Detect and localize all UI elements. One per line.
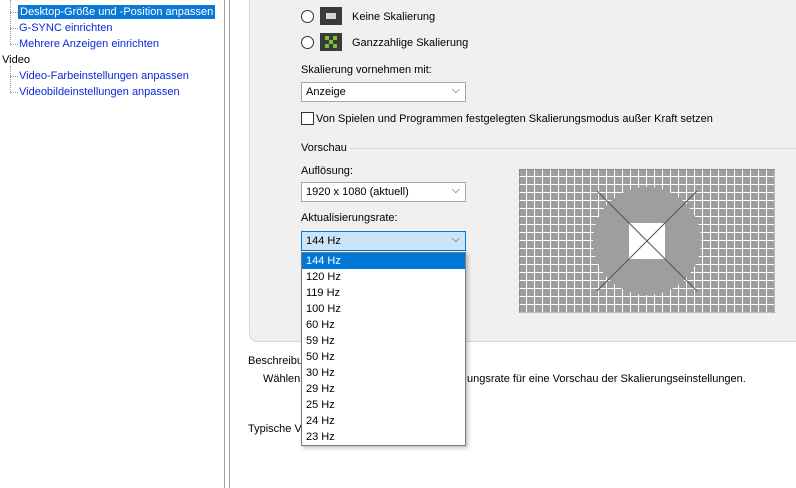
refresh-option-60[interactable]: 60 Hz — [302, 317, 465, 333]
typical-label: Typische V — [248, 423, 302, 435]
perform-scaling-select[interactable]: Anzeige ⌵ — [301, 82, 466, 102]
refresh-rate-dropdown-list: 144 Hz 120 Hz 119 Hz 100 Hz 60 Hz 59 Hz … — [301, 252, 466, 446]
navigation-tree: Desktop-Größe und -Position anpassen G-S… — [0, 0, 224, 488]
refresh-option-144[interactable]: 144 Hz — [302, 253, 465, 269]
perform-scaling-label: Skalierung vornehmen mit: — [301, 64, 432, 76]
scaling-preview-image — [519, 169, 775, 313]
resolution-label: Auflösung: — [301, 165, 353, 177]
refresh-option-24[interactable]: 24 Hz — [302, 413, 465, 429]
integer-scaling-icon — [320, 33, 342, 51]
no-scaling-radio[interactable] — [301, 10, 314, 23]
refresh-option-120[interactable]: 120 Hz — [302, 269, 465, 285]
tree-connector — [10, 0, 11, 44]
integer-scaling-label: Ganzzahlige Skalierung — [352, 37, 469, 49]
splitter[interactable] — [224, 0, 225, 488]
refresh-option-50[interactable]: 50 Hz — [302, 349, 465, 365]
tree-item-multiple-displays[interactable]: Mehrere Anzeigen einrichten — [19, 37, 159, 51]
chevron-down-icon: ⌵ — [451, 233, 460, 245]
override-scaling-checkbox[interactable] — [301, 112, 314, 125]
chevron-down-icon: ⌵ — [451, 184, 460, 196]
tree-item-video-color[interactable]: Video-Farbeinstellungen anpassen — [19, 69, 189, 83]
refresh-option-23[interactable]: 23 Hz — [302, 429, 465, 445]
tree-connector — [10, 76, 18, 77]
refresh-option-25[interactable]: 25 Hz — [302, 397, 465, 413]
resolution-select[interactable]: 1920 x 1080 (aktuell) ⌵ — [301, 182, 466, 202]
tree-category-video[interactable]: Video — [2, 53, 30, 67]
refresh-option-30[interactable]: 30 Hz — [302, 365, 465, 381]
preview-group-label: Vorschau — [301, 142, 347, 154]
chevron-down-icon: ⌵ — [451, 84, 460, 96]
integer-scaling-radio[interactable] — [301, 36, 314, 49]
splitter-border — [229, 0, 230, 488]
refresh-rate-value: 144 Hz — [306, 235, 341, 247]
tree-item-video-image[interactable]: Videobildeinstellungen anpassen — [19, 85, 180, 99]
tree-connector — [10, 28, 18, 29]
tree-item-desktop-size[interactable]: Desktop-Größe und -Position anpassen — [18, 5, 216, 19]
refresh-rate-label: Aktualisierungsrate: — [301, 212, 398, 224]
tree-connector — [10, 12, 18, 13]
refresh-rate-select[interactable]: 144 Hz ⌵ — [301, 231, 466, 251]
refresh-option-100[interactable]: 100 Hz — [302, 301, 465, 317]
group-divider — [350, 148, 796, 149]
refresh-option-59[interactable]: 59 Hz — [302, 333, 465, 349]
refresh-option-119[interactable]: 119 Hz — [302, 285, 465, 301]
refresh-option-29[interactable]: 29 Hz — [302, 381, 465, 397]
no-scaling-icon — [320, 7, 342, 25]
resolution-value: 1920 x 1080 (aktuell) — [306, 186, 409, 198]
description-label: Beschreibu — [248, 355, 304, 367]
description-text-start: Wählen — [263, 373, 301, 385]
override-scaling-label: Von Spielen und Programmen festgelegten … — [316, 113, 713, 125]
perform-scaling-value: Anzeige — [306, 86, 346, 98]
tree-connector — [10, 92, 18, 93]
tree-connector — [10, 66, 11, 92]
description-text-end: ungsrate für eine Vorschau der Skalierun… — [467, 373, 746, 385]
tree-item-gsync[interactable]: G-SYNC einrichten — [19, 21, 113, 35]
tree-connector — [10, 44, 18, 45]
no-scaling-label: Keine Skalierung — [352, 11, 436, 23]
